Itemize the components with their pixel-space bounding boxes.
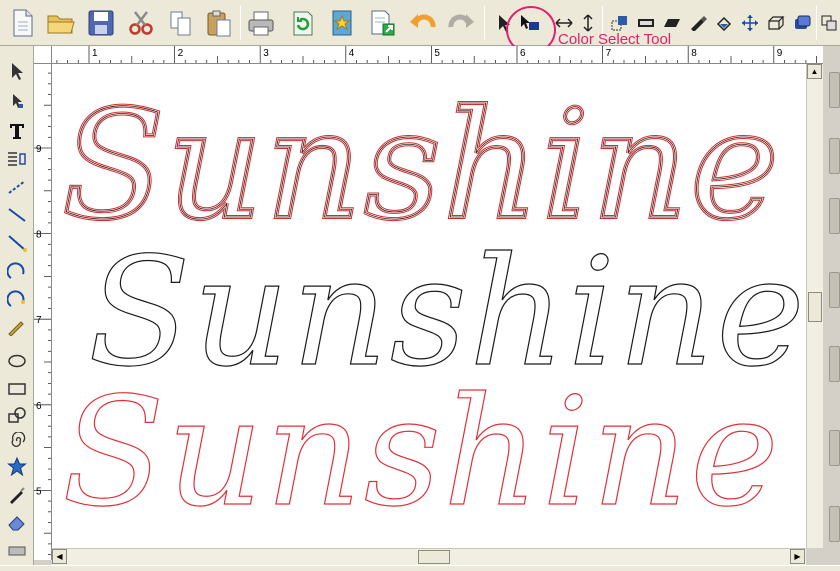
new-document-icon[interactable] xyxy=(8,7,38,39)
save-icon[interactable] xyxy=(86,7,116,39)
text-tool-icon[interactable] xyxy=(4,118,30,144)
ruler-label: 6 xyxy=(520,48,526,59)
status-bar xyxy=(0,565,840,571)
ruler-label: 7 xyxy=(606,48,612,59)
scroll-right-button[interactable]: ▶ xyxy=(790,549,805,564)
curve-tool-icon[interactable] xyxy=(4,286,30,312)
redo-icon[interactable] xyxy=(446,7,476,39)
ruler-label: 2 xyxy=(178,48,184,59)
node-edit-tool-icon[interactable] xyxy=(4,88,30,114)
print-icon[interactable] xyxy=(246,7,276,39)
pointer-tool-icon[interactable] xyxy=(4,58,30,84)
main-toolbar: Color Select Tool xyxy=(0,0,840,54)
app-window: Color Select Tool 1 2 3 4 5 6 7 8 9 9 8 7 6 5 Sunshi… xyxy=(0,0,840,571)
undo-icon[interactable] xyxy=(408,7,438,39)
refresh-icon[interactable] xyxy=(288,7,318,39)
horizontal-scroll-thumb[interactable] xyxy=(418,550,450,564)
knife-tool-icon[interactable] xyxy=(4,482,30,508)
eraser-tool-icon[interactable] xyxy=(4,510,30,536)
dock-tab[interactable] xyxy=(829,198,840,234)
shape-combo-tool-icon[interactable] xyxy=(4,402,30,428)
ruler-label: 8 xyxy=(36,230,42,241)
layers-icon[interactable] xyxy=(820,12,838,34)
ruler-label: 5 xyxy=(36,486,42,497)
ruler-label: 8 xyxy=(691,48,697,59)
rectangle-tool-icon[interactable] xyxy=(4,376,30,402)
scroll-up-button[interactable]: ▲ xyxy=(807,64,822,79)
export-icon[interactable] xyxy=(368,7,398,39)
box-3d-icon[interactable] xyxy=(766,12,786,34)
ruler-label: 9 xyxy=(777,48,783,59)
vertical-ruler[interactable]: 9 8 7 6 5 xyxy=(34,64,52,560)
ruler-corner xyxy=(34,46,52,64)
star-tool-icon[interactable] xyxy=(4,454,30,480)
scroll-left-button[interactable]: ◀ xyxy=(52,549,67,564)
dock-tab[interactable] xyxy=(829,346,840,382)
weld-tool-icon[interactable] xyxy=(4,538,30,564)
dock-tab[interactable] xyxy=(829,506,840,542)
dashed-line-tool-icon[interactable] xyxy=(4,174,30,200)
copy-icon[interactable] xyxy=(166,7,196,39)
paint-icon[interactable] xyxy=(688,12,708,34)
paste-icon[interactable] xyxy=(204,7,234,39)
dock-tab[interactable] xyxy=(829,72,840,108)
open-folder-icon[interactable] xyxy=(46,7,76,39)
polyline-tool-icon[interactable] xyxy=(4,230,30,256)
vertical-scroll-thumb[interactable] xyxy=(808,292,822,322)
ruler-label: 3 xyxy=(263,48,269,59)
dock-tab[interactable] xyxy=(829,272,840,308)
left-tool-palette xyxy=(0,46,34,571)
spiral-tool-icon[interactable] xyxy=(4,428,30,454)
right-dock-panel xyxy=(823,46,840,571)
sunshine-red-outline[interactable]: Sunshine xyxy=(61,365,781,540)
ruler-label: 7 xyxy=(36,315,42,326)
ruler-label: 6 xyxy=(36,401,42,412)
horizontal-ruler[interactable]: 1 2 3 4 5 6 7 8 9 xyxy=(34,46,840,64)
line-tool-icon[interactable] xyxy=(4,202,30,228)
move-icon[interactable] xyxy=(740,12,760,34)
dock-tab[interactable] xyxy=(829,138,840,174)
ruler-label: 5 xyxy=(434,48,440,59)
ellipse-tool-icon[interactable] xyxy=(4,348,30,374)
design-canvas[interactable]: Sunshine Sunshine Sunshine Sunshine Suns… xyxy=(52,64,806,548)
pen-tool-icon[interactable] xyxy=(4,314,30,340)
fill-shape-icon[interactable] xyxy=(714,12,734,34)
vertical-scrollbar[interactable]: ▲ xyxy=(806,64,823,548)
horizontal-scrollbar[interactable]: ◀ ▶ xyxy=(52,548,806,565)
ruler-label: 9 xyxy=(36,144,42,155)
cut-icon[interactable] xyxy=(126,7,156,39)
extrude-icon[interactable] xyxy=(792,12,812,34)
text-format-tool-icon[interactable] xyxy=(4,146,30,172)
import-icon[interactable] xyxy=(328,7,358,39)
dock-tab[interactable] xyxy=(829,430,840,466)
arc-tool-icon[interactable] xyxy=(4,258,30,284)
ruler-label: 4 xyxy=(349,48,355,59)
ruler-label: 1 xyxy=(92,48,98,59)
